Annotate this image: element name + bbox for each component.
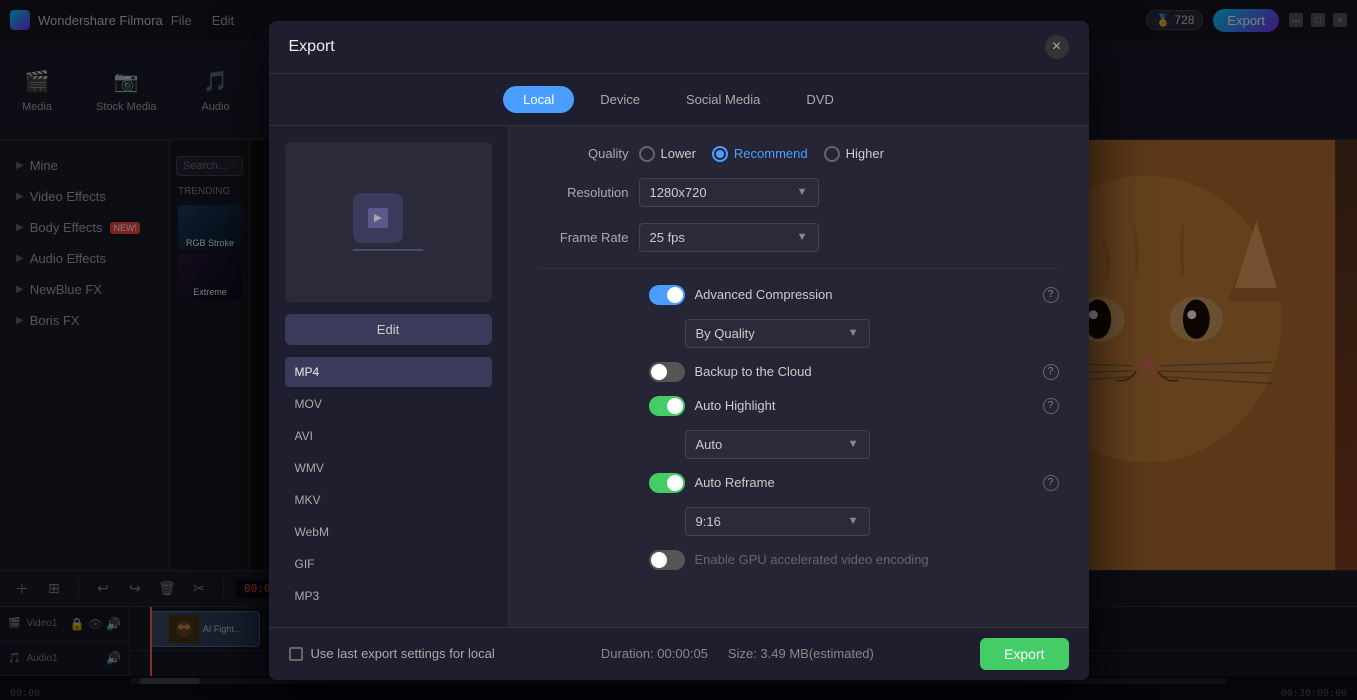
modal-header: Export × — [269, 21, 1089, 74]
auto-highlight-row: Auto Highlight ? — [539, 396, 1059, 416]
toggle-knob — [667, 287, 683, 303]
auto-reframe-toggle[interactable] — [649, 473, 685, 493]
format-item-webm[interactable]: WebM — [285, 517, 492, 547]
auto-reframe-dropdown[interactable]: 9:16 ▼ — [685, 507, 870, 536]
settings-divider — [539, 268, 1059, 269]
format-item-mp4[interactable]: MP4 — [285, 357, 492, 387]
format-panel: Edit MP4 MOV AVI WMV MKV WebM GIF MP3 — [269, 126, 509, 627]
export-main-button[interactable]: Export — [980, 638, 1068, 670]
auto-highlight-dropdown[interactable]: Auto ▼ — [685, 430, 870, 459]
tab-device[interactable]: Device — [580, 86, 660, 113]
footer-info: Duration: 00:00:05 Size: 3.49 MB(estimat… — [601, 646, 874, 661]
resolution-dropdown[interactable]: 1280x720 ▼ — [639, 178, 819, 207]
format-item-avi[interactable]: AVI — [285, 421, 492, 451]
backup-cloud-row: Backup to the Cloud ? — [539, 362, 1059, 382]
chevron-down-icon: ▼ — [848, 515, 859, 527]
radio-recommend — [712, 146, 728, 162]
by-quality-dropdown[interactable]: By Quality ▼ — [685, 319, 870, 348]
chevron-down-icon: ▼ — [797, 186, 808, 198]
modal-footer: Use last export settings for local Durat… — [269, 627, 1089, 680]
toggle-knob — [651, 364, 667, 380]
edit-button[interactable]: Edit — [285, 314, 492, 345]
advanced-compression-info-icon[interactable]: ? — [1043, 287, 1059, 303]
toggle-knob — [651, 552, 667, 568]
auto-highlight-dropdown-container: Auto ▼ — [685, 430, 1059, 459]
chevron-down-icon: ▼ — [848, 438, 859, 450]
quality-recommend-option[interactable]: Recommend — [712, 146, 808, 162]
auto-highlight-value: Auto — [696, 437, 723, 452]
by-quality-value: By Quality — [696, 326, 755, 341]
export-modal: Export × Local Device Social Media DVD — [269, 21, 1089, 680]
frame-rate-value: 25 fps — [650, 230, 685, 245]
resolution-value: 1280x720 — [650, 185, 707, 200]
quality-lower-option[interactable]: Lower — [639, 146, 696, 162]
auto-highlight-info-icon[interactable]: ? — [1043, 398, 1059, 414]
app-container: Wondershare Filmora File Edit 🏅 728 Expo… — [0, 0, 1357, 700]
format-item-mov[interactable]: MOV — [285, 389, 492, 419]
modal-overlay: Export × Local Device Social Media DVD — [0, 0, 1357, 700]
lower-label: Lower — [661, 146, 696, 161]
resolution-label: Resolution — [539, 185, 629, 200]
backup-cloud-label: Backup to the Cloud — [695, 364, 1033, 379]
toggle-knob — [667, 398, 683, 414]
auto-highlight-label: Auto Highlight — [695, 398, 1033, 413]
auto-reframe-info-icon[interactable]: ? — [1043, 475, 1059, 491]
radio-higher — [824, 146, 840, 162]
advanced-compression-row: Advanced Compression ? — [539, 285, 1059, 305]
chevron-down-icon: ▼ — [797, 231, 808, 243]
format-item-wmv[interactable]: WMV — [285, 453, 492, 483]
modal-title: Export — [289, 38, 335, 56]
chevron-down-icon: ▼ — [848, 327, 859, 339]
last-settings-checkbox[interactable] — [289, 647, 303, 661]
toggle-knob — [667, 475, 683, 491]
higher-label: Higher — [846, 146, 884, 161]
format-item-gif[interactable]: GIF — [285, 549, 492, 579]
quality-radio-group: Lower Recommend Higher — [639, 146, 884, 162]
format-item-mp3[interactable]: MP3 — [285, 581, 492, 611]
auto-reframe-label: Auto Reframe — [695, 475, 1033, 490]
frame-rate-row: Frame Rate 25 fps ▼ — [539, 223, 1059, 252]
auto-reframe-dropdown-container: 9:16 ▼ — [685, 507, 1059, 536]
backup-cloud-toggle[interactable] — [649, 362, 685, 382]
tab-dvd[interactable]: DVD — [786, 86, 853, 113]
auto-reframe-value: 9:16 — [696, 514, 721, 529]
size-info: Size: 3.49 MB(estimated) — [728, 646, 874, 661]
modal-body: Edit MP4 MOV AVI WMV MKV WebM GIF MP3 — [269, 126, 1089, 627]
format-list: MP4 MOV AVI WMV MKV WebM GIF MP3 — [285, 357, 492, 611]
quality-row: Quality Lower Recommend — [539, 146, 1059, 162]
settings-panel: Quality Lower Recommend — [509, 126, 1089, 627]
advanced-compression-toggle[interactable] — [649, 285, 685, 305]
quality-higher-option[interactable]: Higher — [824, 146, 884, 162]
gpu-row: Enable GPU accelerated video encoding — [539, 550, 1059, 570]
modal-tabs: Local Device Social Media DVD — [269, 74, 1089, 126]
format-icon — [353, 193, 403, 243]
auto-highlight-toggle[interactable] — [649, 396, 685, 416]
advanced-compression-label: Advanced Compression — [695, 287, 1033, 302]
frame-rate-label: Frame Rate — [539, 230, 629, 245]
format-preview — [285, 142, 492, 302]
format-item-mkv[interactable]: MKV — [285, 485, 492, 515]
by-quality-dropdown-container: By Quality ▼ — [685, 319, 1059, 348]
modal-close-button[interactable]: × — [1045, 35, 1069, 59]
gpu-label: Enable GPU accelerated video encoding — [695, 552, 1059, 567]
resolution-row: Resolution 1280x720 ▼ — [539, 178, 1059, 207]
last-settings-label: Use last export settings for local — [311, 646, 495, 661]
tab-social-media[interactable]: Social Media — [666, 86, 780, 113]
format-line-decoration — [353, 249, 423, 251]
tab-local[interactable]: Local — [503, 86, 574, 113]
auto-reframe-row: Auto Reframe ? — [539, 473, 1059, 493]
duration-value: 00:00:05 — [657, 646, 708, 661]
gpu-toggle[interactable] — [649, 550, 685, 570]
radio-lower — [639, 146, 655, 162]
duration-info: Duration: 00:00:05 — [601, 646, 708, 661]
duration-label: Duration: — [601, 646, 654, 661]
frame-rate-dropdown[interactable]: 25 fps ▼ — [639, 223, 819, 252]
quality-label: Quality — [539, 146, 629, 161]
footer-left: Use last export settings for local — [289, 646, 495, 661]
recommend-label: Recommend — [734, 146, 808, 161]
backup-cloud-info-icon[interactable]: ? — [1043, 364, 1059, 380]
